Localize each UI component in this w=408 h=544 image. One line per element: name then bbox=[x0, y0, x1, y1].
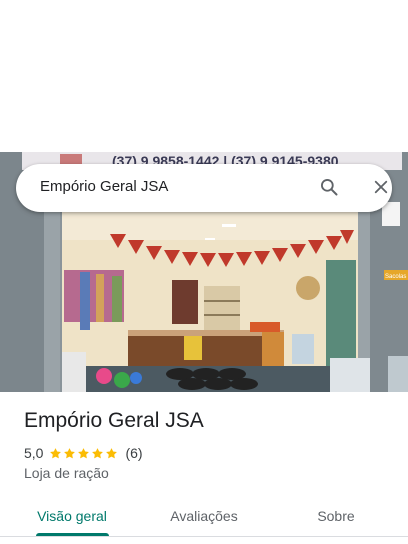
star-icon bbox=[50, 447, 62, 458]
star-icon bbox=[64, 447, 76, 458]
review-count[interactable]: (6) bbox=[125, 445, 142, 461]
rating-row[interactable]: 5,0 (6) bbox=[24, 444, 143, 462]
close-icon bbox=[372, 178, 390, 201]
rating-value: 5,0 bbox=[24, 445, 44, 461]
star-rating bbox=[49, 447, 119, 460]
tab-reviews[interactable]: Avaliações bbox=[148, 496, 260, 536]
place-category[interactable]: Loja de ração bbox=[24, 465, 109, 481]
search-bar[interactable]: Empório Geral JSA bbox=[16, 164, 392, 212]
tab-overview[interactable]: Visão geral bbox=[20, 496, 124, 536]
search-button[interactable] bbox=[316, 176, 342, 202]
star-icon bbox=[92, 447, 104, 458]
close-button[interactable] bbox=[368, 176, 394, 202]
tab-about[interactable]: Sobre bbox=[296, 496, 376, 536]
tabs-divider bbox=[0, 536, 408, 537]
place-title: Empório Geral JSA bbox=[24, 409, 204, 432]
search-input[interactable]: Empório Geral JSA bbox=[40, 178, 168, 195]
side-sign-text: Sacolas bbox=[385, 274, 406, 280]
tab-bar: Visão geral Avaliações Sobre bbox=[0, 496, 408, 536]
star-icon bbox=[78, 447, 90, 458]
search-icon bbox=[319, 177, 339, 202]
map-blank-area bbox=[0, 0, 408, 152]
star-icon bbox=[106, 447, 118, 458]
